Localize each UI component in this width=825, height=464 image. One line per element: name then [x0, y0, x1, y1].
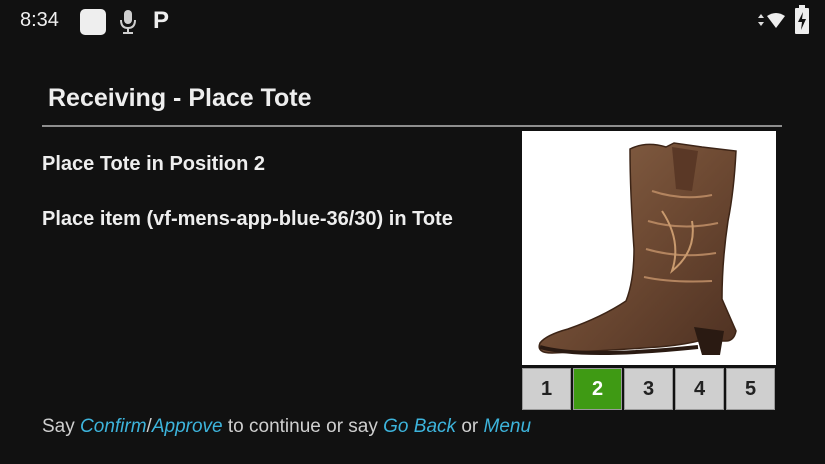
voice-command-hint: Say Confirm/Approve to continue or say G… [42, 416, 531, 438]
position-4[interactable]: 4 [675, 368, 724, 410]
wifi-signal-icon [758, 13, 785, 28]
go-back-command[interactable]: Go Back [383, 416, 456, 437]
position-1[interactable]: 1 [522, 368, 571, 410]
item-instruction: Place item (vf-mens-app-blue-36/30) in T… [42, 208, 453, 230]
page-title: Receiving - Place Tote [48, 84, 312, 112]
parking-icon: P [153, 7, 170, 34]
hint-say: Say [42, 416, 75, 437]
title-divider [42, 125, 782, 127]
cowboy-boot-image [538, 142, 737, 355]
confirm-command[interactable]: Confirm [80, 416, 147, 437]
product-image [522, 131, 776, 365]
tote-position-selector: 1 2 3 4 5 [522, 368, 778, 412]
hint-mid: to continue or say [227, 416, 378, 437]
battery-charging-icon [795, 5, 809, 34]
approve-command[interactable]: Approve [152, 416, 223, 437]
menu-command[interactable]: Menu [484, 416, 532, 437]
tote-position-instruction: Place Tote in Position 2 [42, 153, 266, 175]
clock: 8:34 [20, 9, 59, 31]
app-square-icon [80, 9, 106, 35]
position-5[interactable]: 5 [726, 368, 775, 410]
microphone-icon [120, 10, 136, 34]
position-3[interactable]: 3 [624, 368, 673, 410]
position-2-active[interactable]: 2 [573, 368, 622, 410]
status-bar: 8:34 P [0, 0, 825, 44]
hint-or: or [461, 416, 479, 437]
